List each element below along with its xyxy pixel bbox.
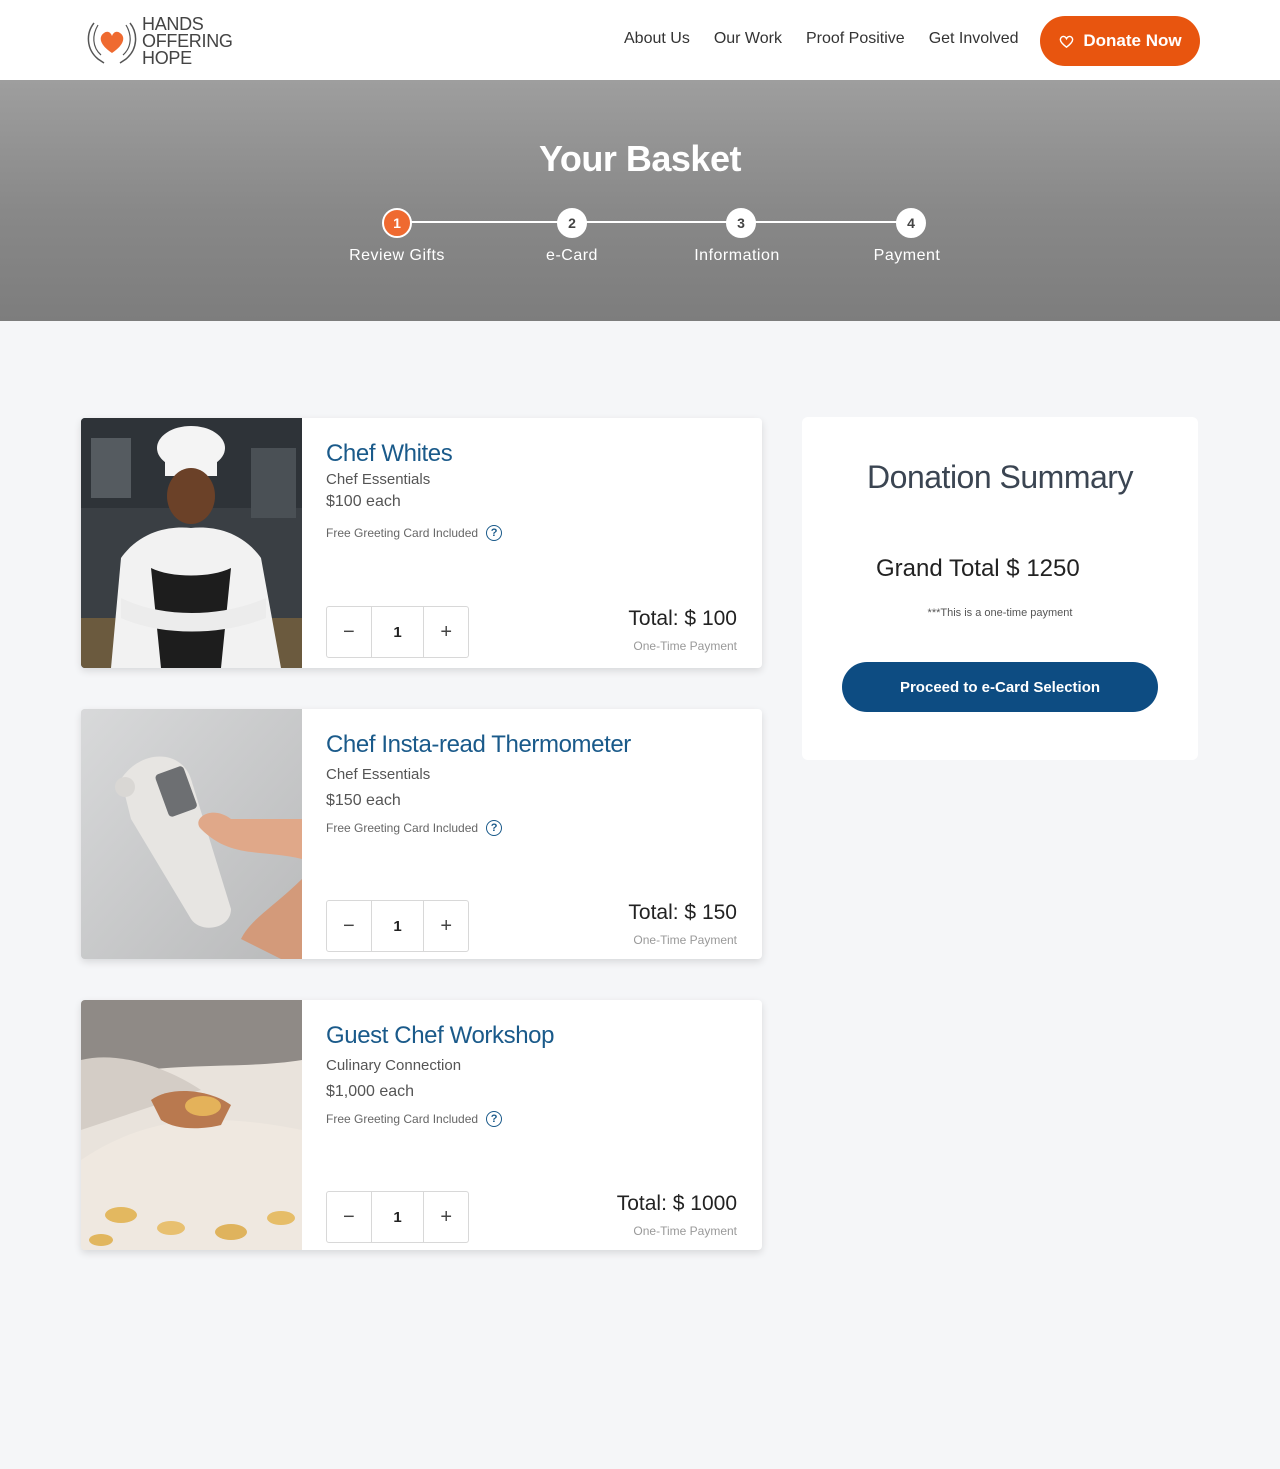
- greeting-card-label: Free Greeting Card Included: [326, 821, 479, 835]
- step-1-label: Review Gifts: [349, 247, 445, 264]
- item-price: $150 each: [326, 792, 401, 809]
- item-category: Chef Essentials: [326, 471, 431, 488]
- progress-line: [397, 221, 911, 223]
- item-total: Total: $ 1000: [616, 1192, 737, 1215]
- help-circle-icon[interactable]: ?: [486, 525, 503, 541]
- increase-quantity-button[interactable]: +: [424, 607, 468, 657]
- payment-type-note: One-Time Payment: [633, 933, 737, 947]
- summary-title: Donation Summary: [867, 459, 1133, 495]
- step-3-label: Information: [694, 247, 780, 264]
- item-title[interactable]: Chef Insta-read Thermometer: [326, 731, 631, 759]
- payment-type-note: One-Time Payment: [633, 1224, 737, 1238]
- step-2-marker: 2: [557, 208, 587, 238]
- quantity-stepper: − 1 +: [326, 606, 469, 658]
- quantity-stepper: − 1 +: [326, 1191, 469, 1243]
- logo-line-2: OFFERING: [142, 30, 233, 51]
- increase-quantity-button[interactable]: +: [424, 1192, 468, 1242]
- step-4-label: Payment: [873, 247, 941, 264]
- thermometer-photo-icon: [81, 709, 302, 959]
- decrease-quantity-button[interactable]: −: [327, 1192, 371, 1242]
- site-logo[interactable]: HANDS OFFERING HOPE: [84, 14, 244, 68]
- hands-heart-logo-icon: [87, 22, 137, 64]
- quantity-stepper: − 1 +: [326, 900, 469, 952]
- donate-now-button[interactable]: Donate Now: [1040, 16, 1200, 66]
- quantity-value[interactable]: 1: [370, 1192, 425, 1242]
- item-price: $100 each: [326, 493, 401, 510]
- main-nav: About Us Our Work Proof Positive Get Inv…: [624, 30, 1043, 48]
- decrease-quantity-button[interactable]: −: [327, 901, 371, 951]
- chef-photo-icon: [81, 418, 302, 668]
- greeting-card-note: Free Greeting Card Included ?: [326, 820, 503, 836]
- logo-line-1: HANDS: [142, 13, 204, 34]
- pasta-photo-icon: [81, 1000, 302, 1250]
- proceed-to-ecard-button[interactable]: Proceed to e-Card Selection: [842, 662, 1158, 712]
- increase-quantity-button[interactable]: +: [424, 901, 468, 951]
- donate-now-label: Donate Now: [1083, 31, 1182, 50]
- step-2-label: e-Card: [546, 247, 598, 264]
- greeting-card-label: Free Greeting Card Included: [326, 526, 479, 540]
- item-category: Culinary Connection: [326, 1057, 462, 1074]
- nav-proof-positive[interactable]: Proof Positive: [806, 30, 905, 48]
- item-title[interactable]: Chef Whites: [326, 440, 453, 468]
- nav-get-involved[interactable]: Get Involved: [929, 30, 1019, 48]
- one-time-payment-note: ***This is a one-time payment: [927, 607, 1073, 619]
- page-title: Your Basket: [539, 138, 741, 179]
- basket-item: Guest Chef Workshop Culinary Connection …: [81, 1000, 762, 1250]
- basket-item: Chef Whites Chef Essentials $100 each Fr…: [81, 418, 762, 668]
- greeting-card-note: Free Greeting Card Included ?: [326, 525, 503, 541]
- logo-wordmark: HANDS OFFERING HOPE: [142, 13, 233, 68]
- basket-hero: Your Basket 1 2 3 4 Review Gifts e-Card …: [0, 80, 1280, 321]
- payment-type-note: One-Time Payment: [633, 639, 737, 653]
- item-category: Chef Essentials: [326, 766, 431, 783]
- nav-our-work[interactable]: Our Work: [714, 30, 782, 48]
- help-circle-icon[interactable]: ?: [486, 820, 503, 836]
- donation-summary-panel: Donation Summary Grand Total $ 1250 ***T…: [802, 417, 1198, 760]
- item-total: Total: $ 100: [628, 607, 737, 630]
- item-title[interactable]: Guest Chef Workshop: [326, 1022, 554, 1050]
- quantity-value[interactable]: 1: [370, 901, 425, 951]
- greeting-card-note: Free Greeting Card Included ?: [326, 1111, 503, 1127]
- nav-about-us[interactable]: About Us: [624, 30, 690, 48]
- step-1-marker: 1: [382, 208, 412, 238]
- item-total: Total: $ 150: [628, 901, 737, 924]
- item-price: $1,000 each: [326, 1083, 415, 1100]
- step-4-marker: 4: [896, 208, 926, 238]
- site-header: HANDS OFFERING HOPE About Us Our Work Pr…: [0, 0, 1280, 80]
- logo-line-3: HOPE: [142, 47, 192, 68]
- grand-total: Grand Total $ 1250: [876, 555, 1080, 582]
- decrease-quantity-button[interactable]: −: [327, 607, 371, 657]
- quantity-value[interactable]: 1: [370, 607, 425, 657]
- help-circle-icon[interactable]: ?: [486, 1111, 503, 1127]
- basket-item: Chef Insta-read Thermometer Chef Essenti…: [81, 709, 762, 959]
- heart-outline-icon: [1059, 35, 1074, 48]
- greeting-card-label: Free Greeting Card Included: [326, 1112, 479, 1126]
- step-3-marker: 3: [726, 208, 756, 238]
